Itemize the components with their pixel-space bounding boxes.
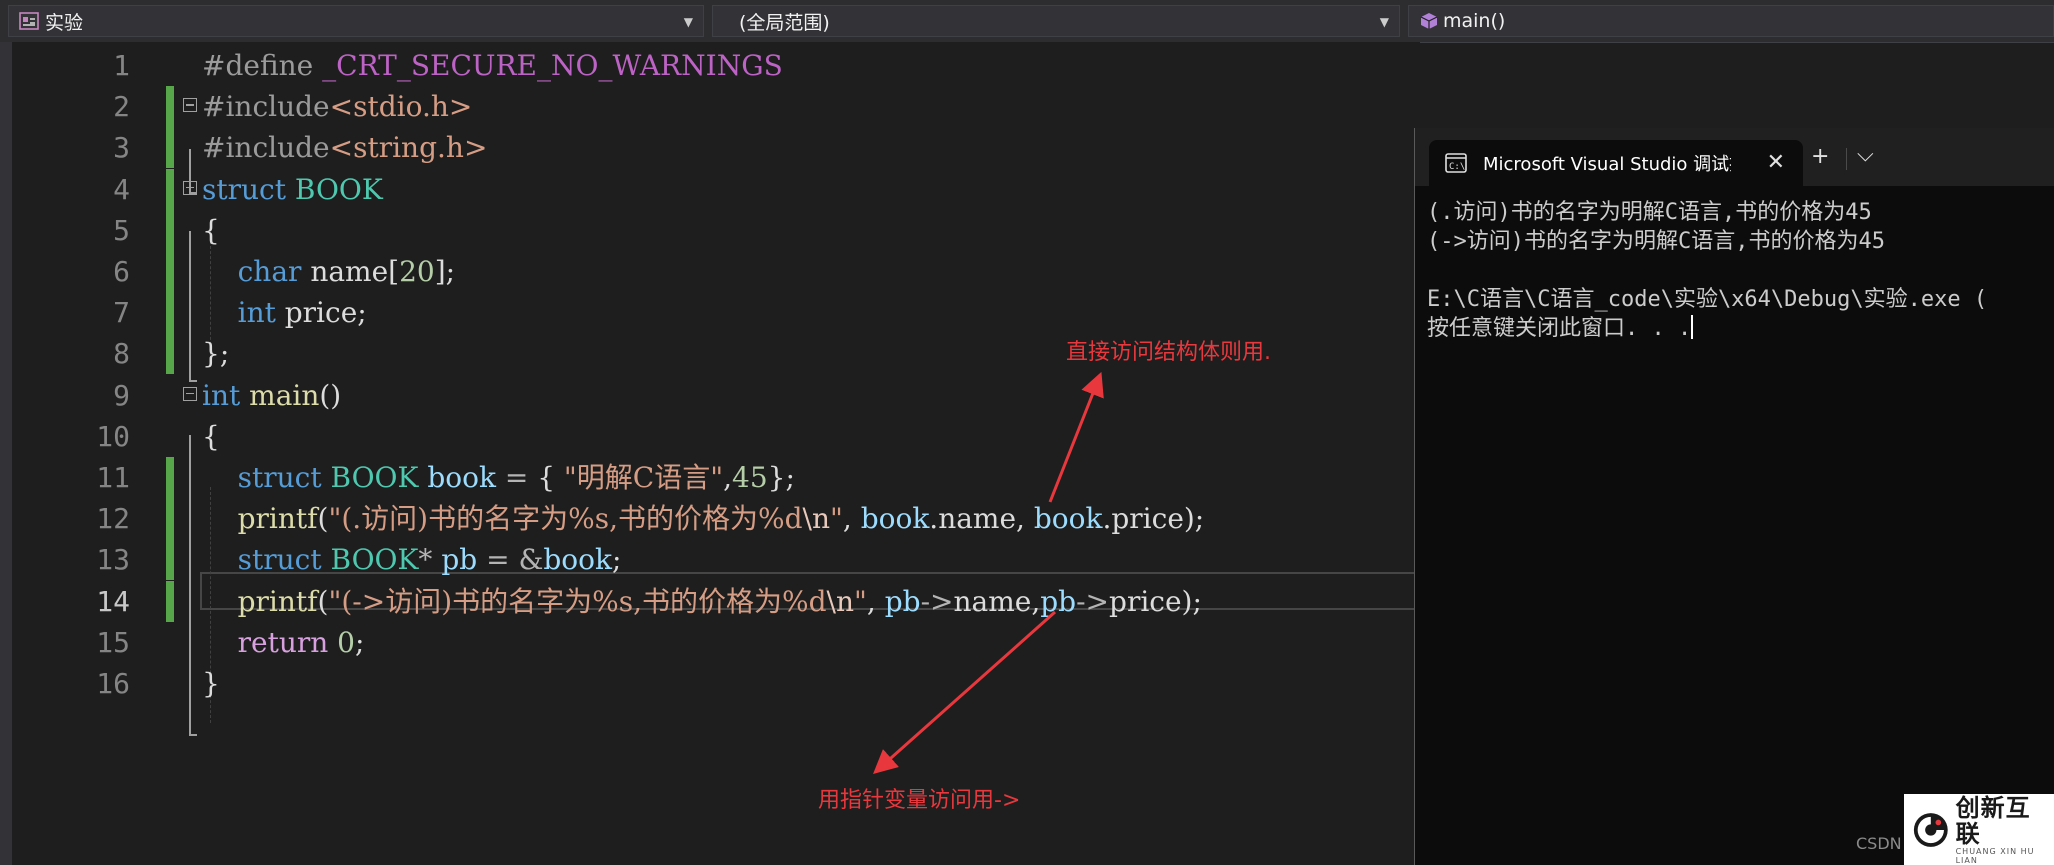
console-output: (.访问)书的名字为明解C语言,书的价格为45 (->访问)书的名字为明解C语言,… — [1427, 198, 1987, 343]
annotation-pointer-access: 用指针变量访问用-> — [818, 788, 1021, 813]
brand-name-cn: 创新互联 — [1955, 793, 2031, 848]
annotation-direct-access: 直接访问结构体则用. — [1066, 340, 1271, 365]
close-tab-icon[interactable]: ✕ — [1767, 150, 1785, 175]
console-line: E:\C语言\C语言_code\实验\x64\Debug\实验.exe ( — [1427, 287, 1988, 312]
text-cursor — [1691, 315, 1694, 339]
terminal-icon: C:\ — [1445, 153, 1467, 173]
console-titlebar: C:\ Microsoft Visual Studio 调试控制台 ✕ + ⌵ — [1415, 128, 2054, 186]
console-tab[interactable]: C:\ Microsoft Visual Studio 调试控制台 ✕ — [1429, 140, 1803, 186]
new-tab-button[interactable]: + — [1811, 144, 1829, 169]
brand-name-en: CHUANG XIN HU LIAN — [1955, 846, 2035, 865]
arrow-to-direct-label — [1048, 371, 1104, 503]
csdn-watermark: CSDN — [1856, 834, 1902, 853]
console-tab-title: Microsoft Visual Studio 调试控制台 — [1483, 154, 1731, 175]
console-line: (.访问)书的名字为明解C语言,书的价格为45 — [1427, 200, 1872, 225]
console-line: 按任意键关闭此窗口. . . — [1427, 315, 1694, 341]
svg-text:C:\: C:\ — [1449, 162, 1465, 172]
debug-console-window[interactable]: C:\ Microsoft Visual Studio 调试控制台 ✕ + ⌵ … — [1414, 128, 2054, 865]
brand-logo: 创新互联 CHUANG XIN HU LIAN — [1904, 794, 2054, 865]
arrow-to-pointer-label — [873, 610, 1056, 774]
titlebar-separator — [1846, 148, 1847, 170]
tab-dropdown-icon[interactable]: ⌵ — [1857, 142, 1874, 167]
console-line: (->访问)书的名字为明解C语言,书的价格为45 — [1427, 229, 1885, 254]
brand-logo-icon — [1913, 812, 1948, 847]
